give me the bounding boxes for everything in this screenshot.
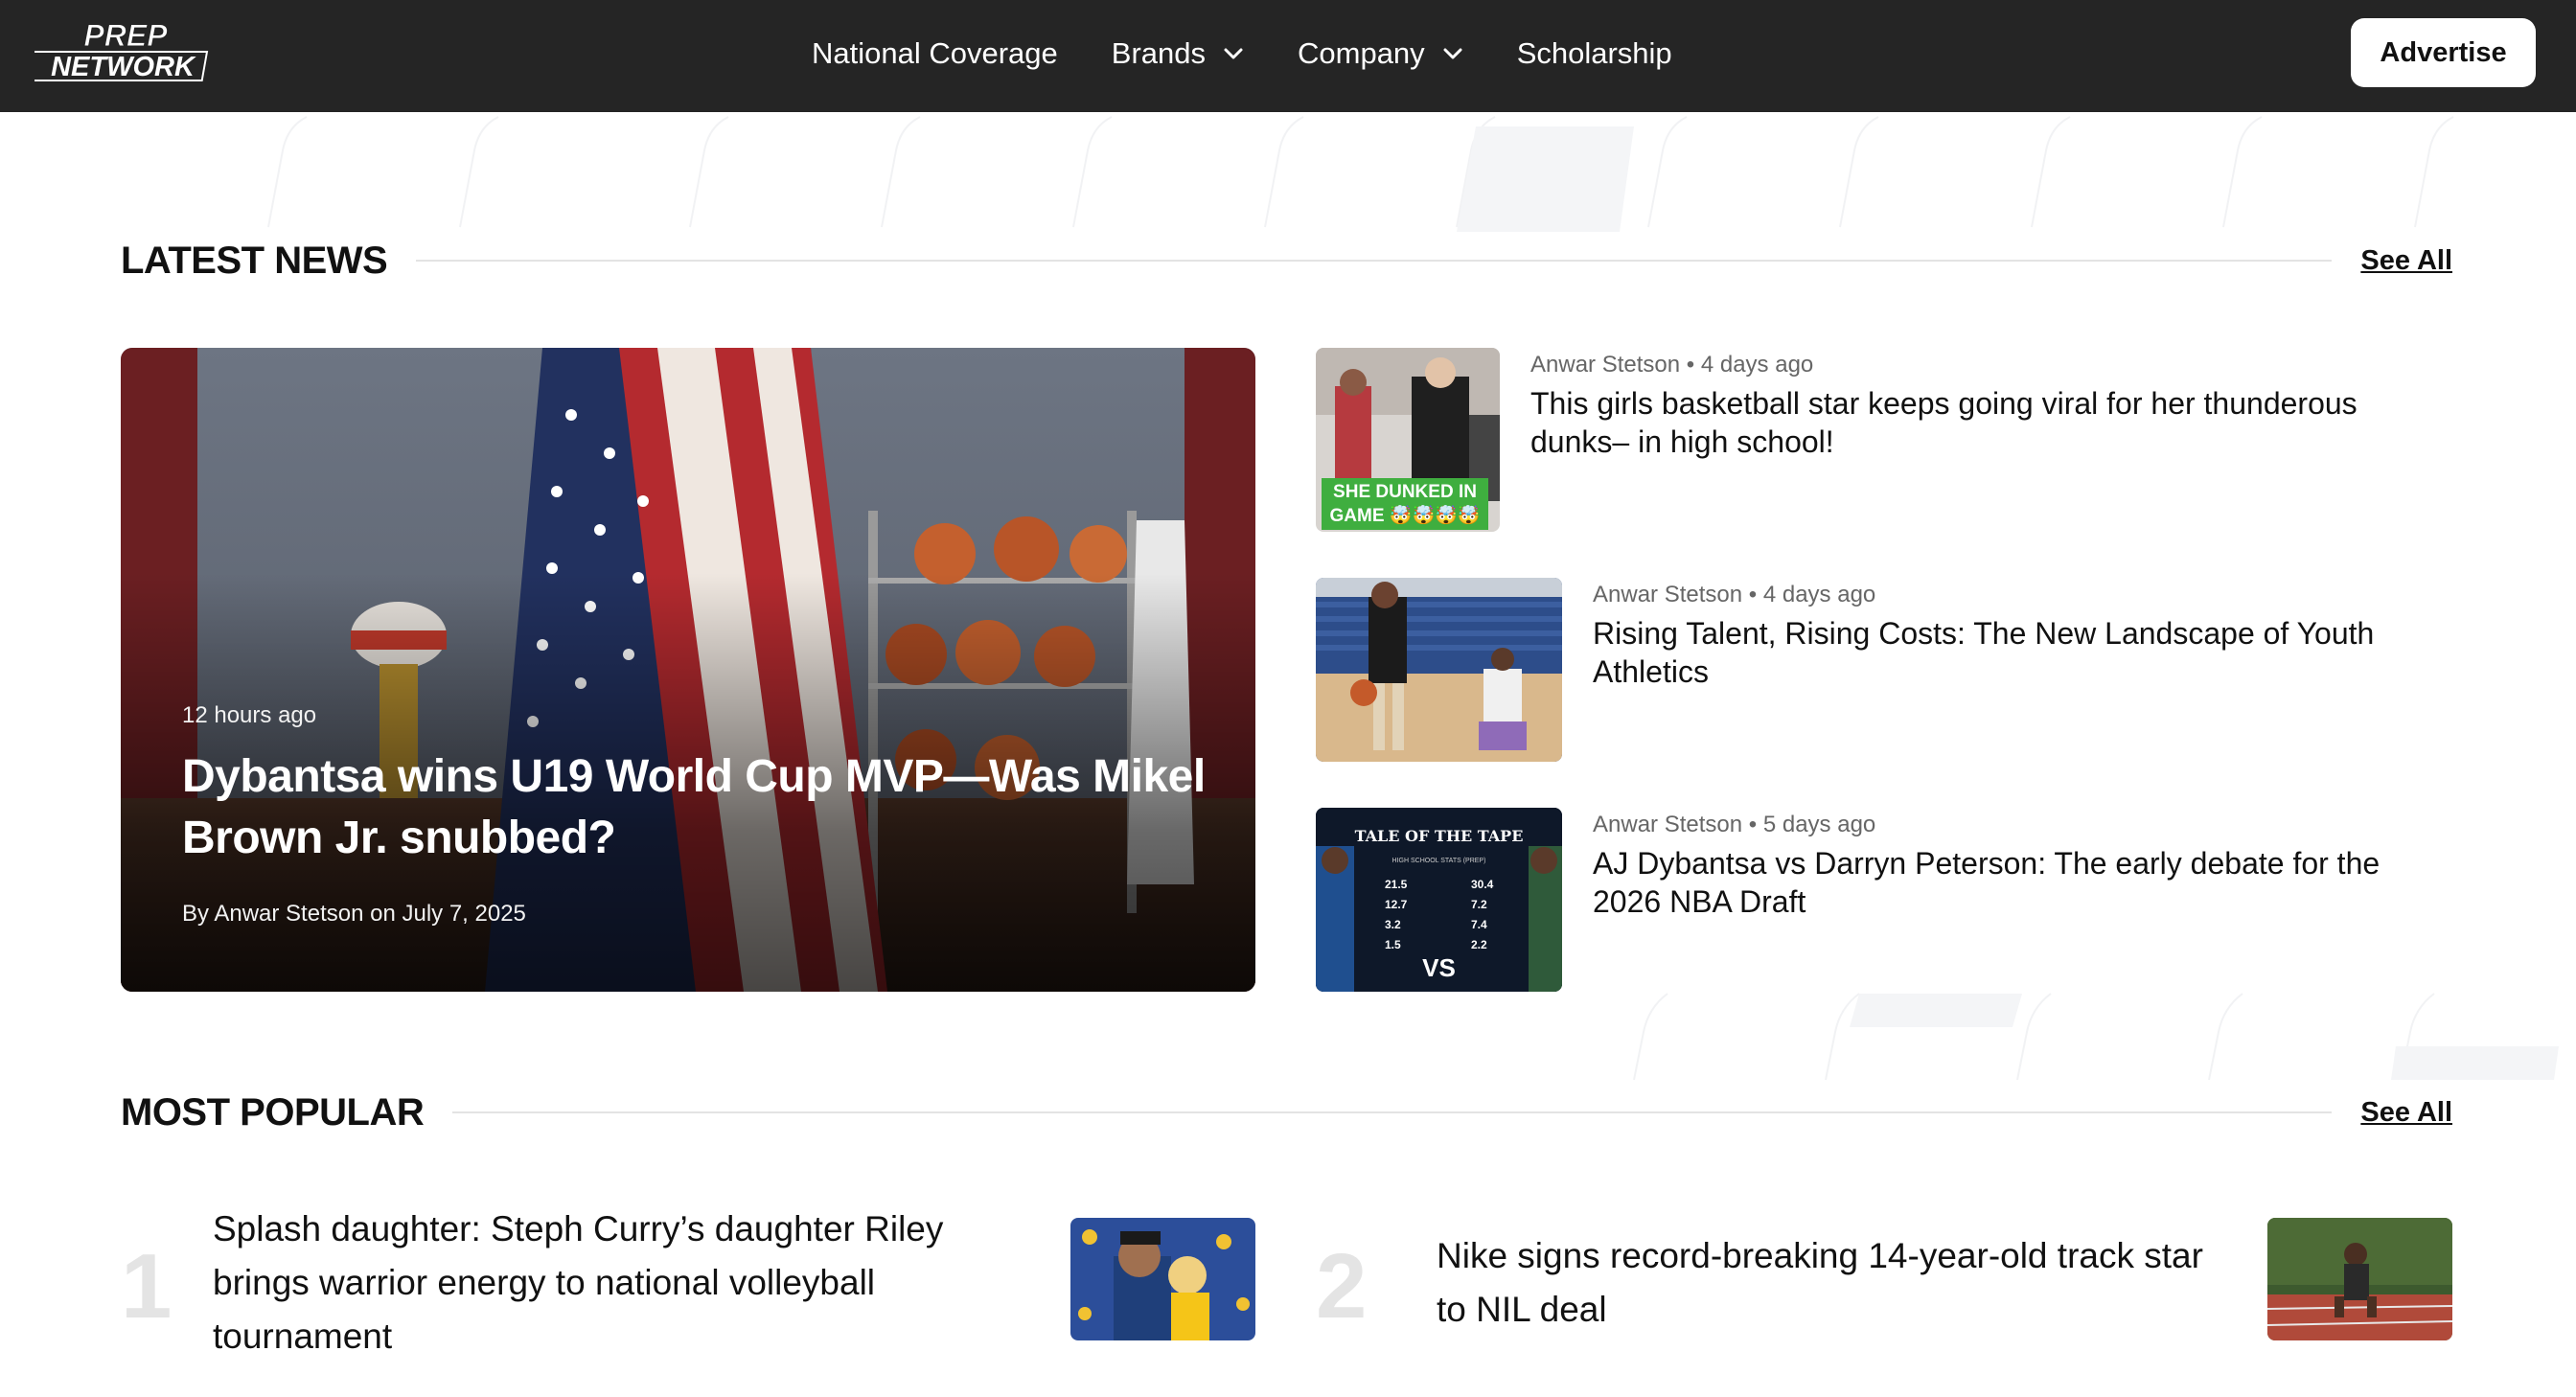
news-thumbnail: TALE OF THE TAPE HIGH SCHOOL STATS (PREP… [1316,808,1562,992]
stat-value: 3.2 [1385,918,1401,931]
popular-item[interactable]: 2 Nike signs record-breaking 14-year-old… [1316,1202,2452,1356]
featured-story-byline: By Anwar Stetson on July 7, 2025 [182,901,526,927]
advertise-label: Advertise [2380,36,2507,68]
tape-subheading: HIGH SCHOOL STATS (PREP) [1392,858,1486,864]
popular-thumbnail [2267,1218,2452,1340]
news-meta: Anwar Stetson • 5 days ago [1593,812,1875,838]
news-thumbnail [1316,578,1562,762]
news-author: Anwar Stetson [1530,352,1681,378]
news-thumbnail-image [1316,578,1562,762]
news-author: Anwar Stetson [1593,812,1743,837]
popular-thumbnail [1070,1218,1255,1340]
news-time: 5 days ago [1762,812,1876,837]
nav-scholarship[interactable]: Scholarship [1517,36,1672,71]
stat-value: 2.2 [1471,938,1487,951]
news-title[interactable]: This girls basketball star keeps going v… [1530,384,2450,461]
most-popular-title: MOST POPULAR [121,1090,425,1134]
chevron-down-icon [1443,48,1462,59]
nav-label: Brands [1111,36,1206,70]
popular-rank: 2 [1316,1235,1368,1338]
featured-story-card[interactable]: 12 hours ago Dybantsa wins U19 World Cup… [121,348,1255,992]
advertise-button[interactable]: Advertise [2351,18,2536,87]
tape-right-stats: 30.4 7.2 7.4 2.2 [1471,875,1493,955]
popular-thumbnail-image [2267,1218,2452,1340]
divider [452,1111,2333,1113]
tape-vs: VS [1422,953,1456,982]
news-title[interactable]: AJ Dybantsa vs Darryn Peterson: The earl… [1593,844,2450,921]
logo-line-2: NETWORK [51,52,196,82]
stat-value: 7.4 [1471,918,1487,931]
stat-value: 12.7 [1385,898,1408,911]
news-author: Anwar Stetson [1593,582,1743,607]
tape-heading: TALE OF THE TAPE [1354,827,1524,845]
popular-title[interactable]: Nike signs record-breaking 14-year-old t… [1437,1229,2203,1337]
stat-value: 7.2 [1471,898,1487,911]
nav-label: National Coverage [812,36,1058,70]
tape-left-stats: 21.5 12.7 3.2 1.5 [1385,875,1407,955]
stat-value: 30.4 [1471,878,1494,891]
nav-company[interactable]: Company [1298,36,1463,71]
top-navbar: PREP NETWORK National Coverage Brands Co… [0,0,2576,112]
news-thumbnail: SHE DUNKED IN GAME 🤯🤯🤯🤯 [1316,348,1500,532]
news-item[interactable]: SHE DUNKED IN GAME 🤯🤯🤯🤯 Anwar Stetson • … [1316,348,2452,534]
news-meta: Anwar Stetson • 4 days ago [1530,352,1813,378]
stat-value: 1.5 [1385,938,1401,951]
popular-item[interactable]: 1 Splash daughter: Steph Curry’s daughte… [121,1202,1255,1356]
news-title[interactable]: Rising Talent, Rising Costs: The New Lan… [1593,614,2450,691]
nav-brands[interactable]: Brands [1112,36,1244,71]
latest-news-title: LATEST NEWS [121,239,388,282]
meta-separator: • [1748,582,1763,607]
meta-separator: • [1748,812,1763,837]
latest-news-see-all-link[interactable]: See All [2360,245,2452,277]
main-nav: National Coverage Brands Company Scholar… [812,30,1726,78]
popular-thumbnail-image [1070,1218,1255,1340]
news-item[interactable]: TALE OF THE TAPE HIGH SCHOOL STATS (PREP… [1316,808,2452,994]
prep-network-logo[interactable]: PREP NETWORK [34,19,217,84]
chevron-down-icon [1224,48,1243,59]
image-overlay [121,348,1255,992]
nav-label: Scholarship [1516,36,1672,70]
meta-separator: • [1686,352,1701,378]
latest-news-header: LATEST NEWS See All [121,232,2452,289]
popular-rank: 1 [121,1235,172,1338]
featured-story-title[interactable]: Dybantsa wins U19 World Cup MVP—Was Mike… [182,746,1217,869]
popular-title[interactable]: Splash daughter: Steph Curry’s daughter … [213,1202,1046,1363]
featured-story-time: 12 hours ago [182,702,317,728]
news-meta: Anwar Stetson • 4 days ago [1593,582,1875,608]
most-popular-see-all-link[interactable]: See All [2360,1097,2452,1129]
stat-value: 21.5 [1385,878,1408,891]
news-time: 4 days ago [1762,582,1876,607]
news-time: 4 days ago [1700,352,1814,378]
thumbnail-caption: SHE DUNKED IN GAME 🤯🤯🤯🤯 [1322,478,1488,530]
news-item[interactable]: Anwar Stetson • 4 days ago Rising Talent… [1316,578,2452,764]
nav-label: Company [1298,36,1425,70]
logo-line-1: PREP [83,19,168,53]
nav-national-coverage[interactable]: National Coverage [812,36,1058,71]
most-popular-header: MOST POPULAR See All [121,1084,2452,1141]
divider [416,260,2333,262]
